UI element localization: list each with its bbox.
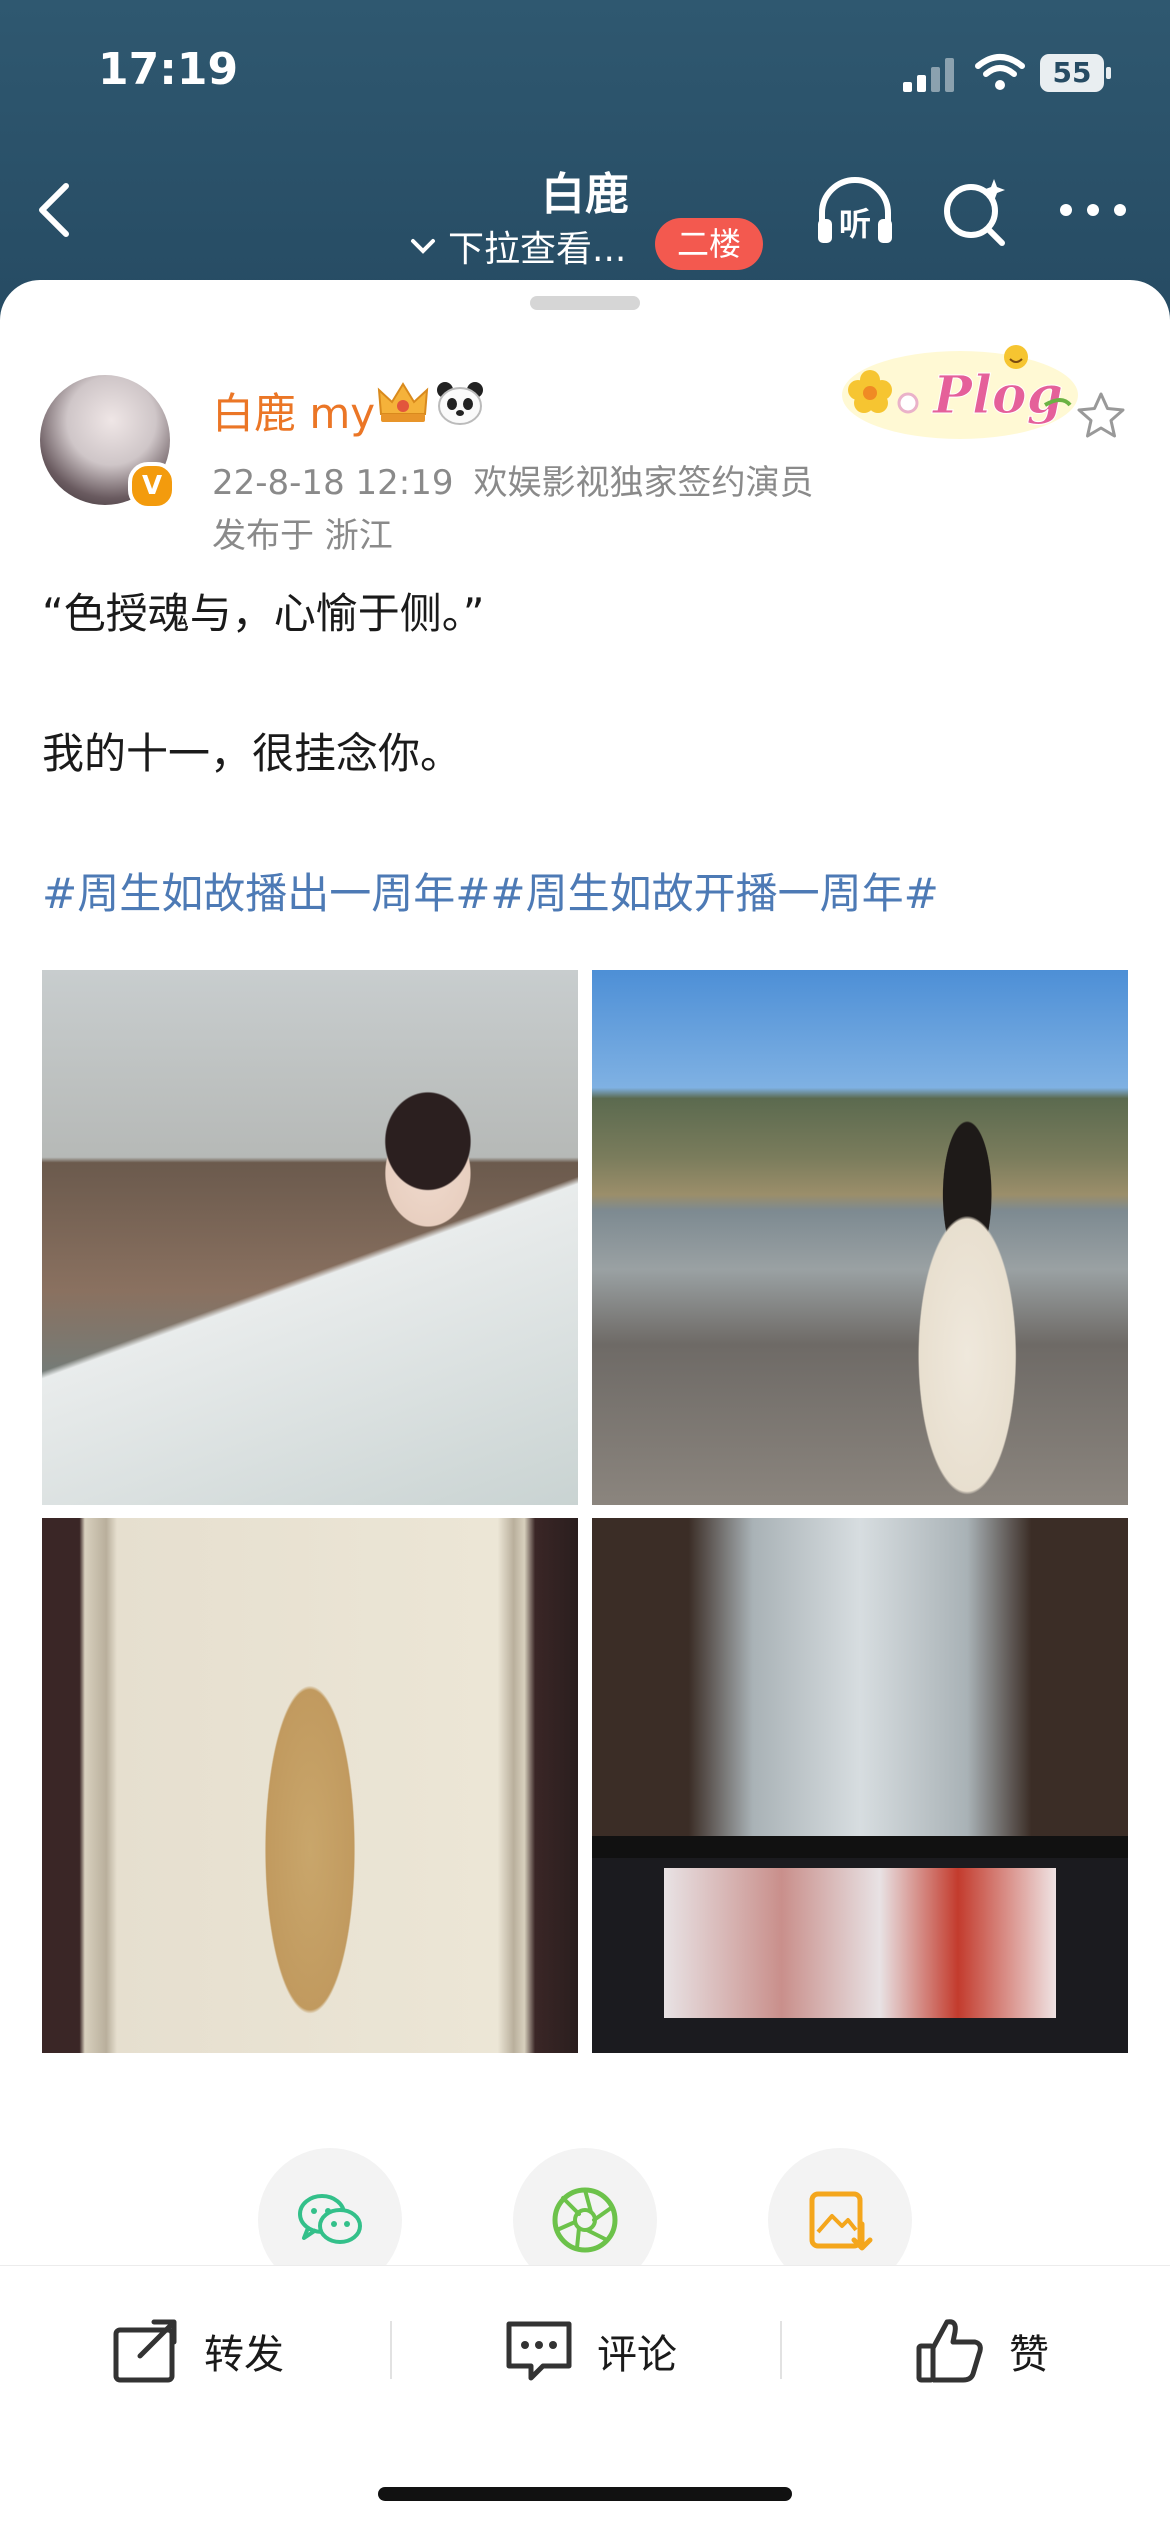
battery-level: 55 xyxy=(1040,54,1104,92)
comment-label: 评论 xyxy=(597,2332,677,2378)
post-timestamp: 22-8-18 12:19 xyxy=(212,463,454,503)
sheet-drag-handle[interactable] xyxy=(530,296,640,310)
monitor-frame xyxy=(664,1868,1056,2018)
thumbs-up-icon xyxy=(916,2319,983,2383)
battery-icon: 55 xyxy=(1040,54,1112,92)
wechat-icon xyxy=(298,2194,362,2244)
post-photo-3[interactable] xyxy=(42,1518,578,2053)
post-photo-2[interactable] xyxy=(592,970,1128,1505)
wifi-icon xyxy=(975,54,1025,90)
listen-headphones-icon[interactable]: 听 xyxy=(814,175,896,247)
comment-button[interactable]: 评论 xyxy=(503,2316,677,2386)
post-photo-4[interactable] xyxy=(592,1518,1128,2053)
comment-icon xyxy=(506,2321,572,2381)
post-meta: 22-8-18 12:19 欢娱影视独家签约演员 xyxy=(212,455,814,504)
repost-icon xyxy=(113,2319,177,2383)
action-divider xyxy=(780,2321,782,2379)
favorite-star-icon[interactable] xyxy=(1075,390,1127,442)
pull-down-label: 下拉查看... xyxy=(448,229,627,270)
post-photo-1[interactable] xyxy=(42,970,578,1505)
post-text-line-1: “色授魂与，心愉于侧。” xyxy=(42,589,485,638)
like-button[interactable]: 赞 xyxy=(915,2316,1049,2386)
more-options-icon[interactable] xyxy=(1058,200,1128,220)
header-bar: 17:19 55 白鹿 下拉查看... 二楼 听 xyxy=(0,0,1170,320)
post-text-line-2: 我的十一，很挂念你。 xyxy=(42,729,463,778)
chevron-down-icon xyxy=(411,239,435,254)
moments-aperture-icon xyxy=(552,2187,618,2253)
author-title: 欢娱影视独家签约演员 xyxy=(473,463,814,503)
panda-icon xyxy=(437,382,483,425)
crown-icon xyxy=(377,382,429,422)
like-label: 赞 xyxy=(1009,2332,1049,2378)
plog-sticker-text: Plog xyxy=(931,365,1063,426)
post-hashtags[interactable]: #周生如故播出一周年##周生如故开播一周年# xyxy=(42,860,939,921)
save-image-icon xyxy=(809,2191,873,2251)
status-time: 17:19 xyxy=(98,44,239,95)
post-detail-sheet: V 白鹿 my 22-8-18 12:19 欢娱影视独家签约演员 发布于 浙江 P… xyxy=(0,280,1170,2532)
repost-label: 转发 xyxy=(204,2332,284,2378)
home-indicator[interactable] xyxy=(378,2487,792,2501)
listen-label: 听 xyxy=(839,205,871,243)
plog-sticker-icon: Plog xyxy=(842,345,1078,439)
action-divider xyxy=(390,2321,392,2379)
second-floor-badge[interactable]: 二楼 xyxy=(655,218,763,270)
post-location: 发布于 浙江 xyxy=(212,516,393,556)
signal-icon xyxy=(903,58,954,92)
author-name[interactable]: 白鹿 my xyxy=(212,380,375,441)
search-icon[interactable] xyxy=(940,175,1010,247)
verified-badge-icon: V xyxy=(128,462,176,510)
pull-down-hint[interactable]: 下拉查看... xyxy=(410,220,626,272)
monitor-status-bar xyxy=(592,1836,1128,1858)
repost-button[interactable]: 转发 xyxy=(110,2316,284,2386)
